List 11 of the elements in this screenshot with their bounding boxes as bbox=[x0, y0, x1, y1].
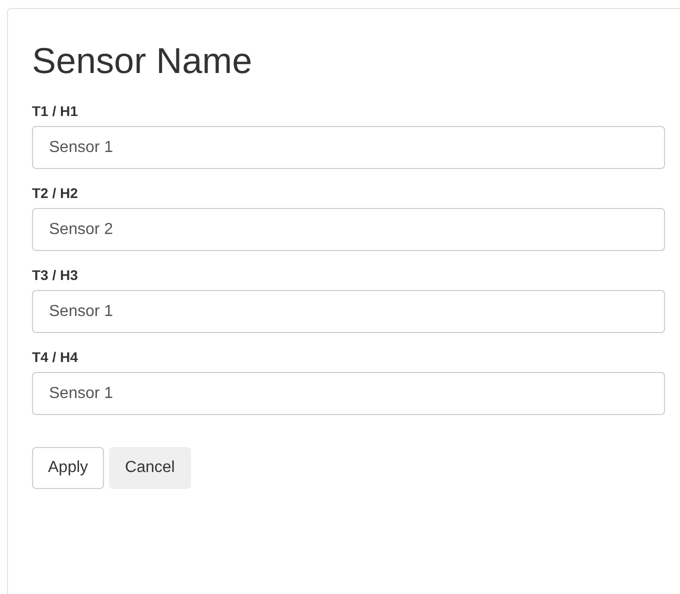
cancel-button[interactable]: Cancel bbox=[109, 447, 191, 489]
field-label: T1 / H1 bbox=[32, 102, 78, 121]
input-field[interactable]: Sensor 1 bbox=[32, 372, 665, 415]
field-label: T3 / H3 bbox=[32, 266, 78, 285]
field-label: T2 / H2 bbox=[32, 184, 78, 203]
input-field[interactable]: Sensor 2 bbox=[32, 208, 665, 251]
field-label: T4 / H4 bbox=[32, 348, 78, 367]
input-field[interactable]: Sensor 1 bbox=[32, 290, 665, 333]
input-field[interactable]: Sensor 1 bbox=[32, 126, 665, 169]
page-title: Sensor Name bbox=[32, 41, 252, 81]
apply-button[interactable]: Apply bbox=[32, 447, 104, 489]
